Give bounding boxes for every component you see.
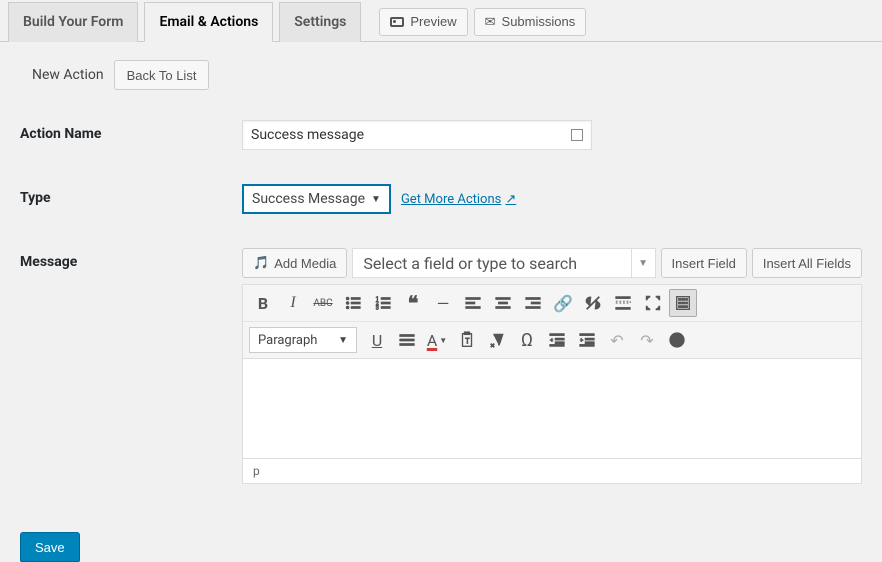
clear-formatting-button[interactable] xyxy=(483,326,511,354)
svg-text:3: 3 xyxy=(376,305,379,311)
insert-all-fields-button[interactable]: Insert All Fields xyxy=(752,248,862,278)
submissions-button[interactable]: ✉ Submissions xyxy=(474,8,587,36)
tab-bar: Build Your Form Email & Actions Settings… xyxy=(0,0,882,42)
undo-button[interactable]: ↶ xyxy=(603,326,631,354)
tab-email-actions[interactable]: Email & Actions xyxy=(144,2,273,42)
media-icon: 🎵 xyxy=(253,255,269,271)
align-right-button[interactable] xyxy=(519,289,547,317)
tab-build-form[interactable]: Build Your Form xyxy=(8,2,138,42)
help-button[interactable]: ? xyxy=(663,326,691,354)
save-button[interactable]: Save xyxy=(20,532,80,562)
bullet-list-button[interactable] xyxy=(339,289,367,317)
justify-button[interactable] xyxy=(393,326,421,354)
action-name-label: Action Name xyxy=(20,120,242,142)
type-row: Type Success Message ▼ Get More Actions … xyxy=(20,184,862,214)
link-button[interactable]: 🔗 xyxy=(549,289,577,317)
action-name-input[interactable]: Success message xyxy=(242,120,592,150)
back-to-list-button[interactable]: Back To List xyxy=(114,60,210,90)
bold-button[interactable]: B xyxy=(249,289,277,317)
add-media-button[interactable]: 🎵 Add Media xyxy=(242,248,347,278)
content-area: New Action Back To List Action Name Succ… xyxy=(0,42,882,502)
paragraph-select[interactable]: Paragraph ▼ xyxy=(249,327,357,353)
editor-textarea[interactable] xyxy=(242,359,862,459)
field-selector[interactable]: Select a field or type to search ▼ xyxy=(352,248,655,278)
paste-text-button[interactable]: T xyxy=(453,326,481,354)
toolbar-toggle-button[interactable] xyxy=(669,289,697,317)
type-label: Type xyxy=(20,184,242,206)
chevron-down-icon: ▼ xyxy=(371,194,381,205)
message-row: Message 🎵 Add Media Select a field or ty… xyxy=(20,248,862,484)
external-link-icon: ↗ xyxy=(505,192,516,207)
envelope-icon: ✉ xyxy=(485,14,496,30)
editor-controls: 🎵 Add Media Select a field or type to se… xyxy=(242,248,862,278)
preview-icon xyxy=(390,17,404,27)
tab-settings[interactable]: Settings xyxy=(279,2,361,42)
svg-text:?: ? xyxy=(674,336,679,347)
horizontal-rule-button[interactable]: — xyxy=(429,289,457,317)
outdent-button[interactable] xyxy=(543,326,571,354)
svg-text:T: T xyxy=(465,337,470,346)
align-left-button[interactable] xyxy=(459,289,487,317)
text-color-button[interactable]: A▼ xyxy=(423,326,451,354)
get-more-actions-link[interactable]: Get More Actions ↗ xyxy=(401,192,516,207)
action-name-row: Action Name Success message xyxy=(20,120,862,150)
new-action-label: New Action xyxy=(32,67,104,83)
numbered-list-button[interactable]: 123 xyxy=(369,289,397,317)
align-center-button[interactable] xyxy=(489,289,517,317)
editor-status-bar: p xyxy=(242,459,862,484)
fullscreen-button[interactable] xyxy=(639,289,667,317)
contact-icon xyxy=(571,129,583,141)
insert-field-button[interactable]: Insert Field xyxy=(661,248,747,278)
chevron-down-icon: ▼ xyxy=(631,249,655,277)
strikethrough-button[interactable]: ABC xyxy=(309,289,337,317)
read-more-button[interactable] xyxy=(609,289,637,317)
unlink-button[interactable] xyxy=(579,289,607,317)
blockquote-button[interactable]: ❝ xyxy=(399,289,427,317)
chevron-down-icon: ▼ xyxy=(338,335,348,346)
type-select[interactable]: Success Message ▼ xyxy=(242,184,391,214)
special-character-button[interactable]: Ω xyxy=(513,326,541,354)
indent-button[interactable] xyxy=(573,326,601,354)
preview-button[interactable]: Preview xyxy=(379,8,467,36)
italic-button[interactable]: I xyxy=(279,289,307,317)
editor-toolbar: B I ABC 123 ❝ — 🔗 xyxy=(242,284,862,359)
message-label: Message xyxy=(20,248,242,270)
underline-button[interactable]: U xyxy=(363,326,391,354)
redo-button[interactable]: ↷ xyxy=(633,326,661,354)
new-action-header: New Action Back To List xyxy=(20,60,862,90)
